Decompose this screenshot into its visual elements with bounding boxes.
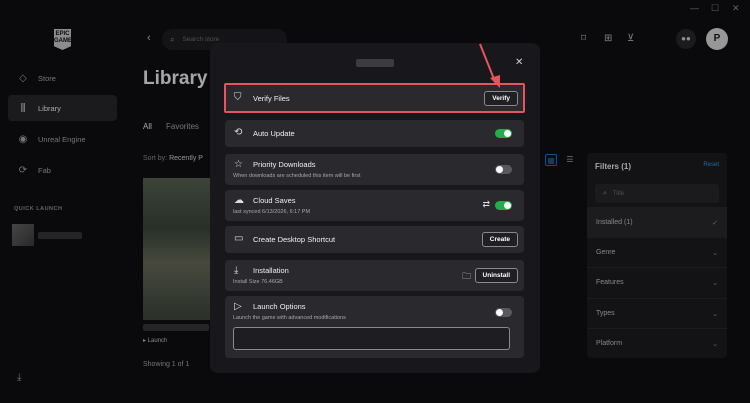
auto-update-row: ⟲ Auto Update <box>225 120 524 147</box>
toggle-knob <box>496 166 503 173</box>
cloud-saves-last-synced: last synced 6/13/2026, 6:17 PM <box>233 209 311 215</box>
priority-downloads-description: When downloads are scheduled this item w… <box>233 173 361 179</box>
toggle-knob <box>504 130 511 137</box>
play-icon: ▷ <box>234 301 242 312</box>
download-icon: ⤓ <box>234 265 239 276</box>
toggle-knob <box>504 202 511 209</box>
installation-label: Installation <box>253 266 289 275</box>
star-icon: ☆ <box>234 159 243 170</box>
priority-downloads-label: Priority Downloads <box>253 160 316 169</box>
cloud-saves-row: ☁ Cloud Saves last synced 6/13/2026, 6:1… <box>225 190 524 221</box>
auto-update-label: Auto Update <box>253 129 295 138</box>
desktop-shortcut-label: Create Desktop Shortcut <box>253 235 336 244</box>
launch-options-label: Launch Options <box>253 302 306 311</box>
launch-arguments-input[interactable] <box>233 327 510 350</box>
launch-options-toggle[interactable] <box>495 308 512 317</box>
annotation-arrow <box>479 43 500 88</box>
refresh-icon: ⟲ <box>234 127 243 138</box>
uninstall-button[interactable]: Uninstall <box>474 268 518 283</box>
create-button[interactable]: Create <box>481 232 518 247</box>
installation-row: ⤓ Installation Install Size 76.46GB 🗀 Un… <box>225 260 524 291</box>
cloud-icon: ☁ <box>234 195 244 206</box>
folder-icon[interactable]: 🗀 <box>462 269 471 285</box>
monitor-icon: ▭ <box>234 233 244 244</box>
auto-update-toggle[interactable] <box>495 129 512 138</box>
launch-options-row: ▷ Launch Options Launch the game with ad… <box>225 296 524 358</box>
sync-icon[interactable]: ⇄ <box>482 199 490 210</box>
desktop-shortcut-row: ▭ Create Desktop Shortcut Create <box>225 226 524 253</box>
dialog-title <box>356 59 394 67</box>
cloud-saves-toggle[interactable] <box>495 201 512 210</box>
toggle-knob <box>496 309 503 316</box>
priority-downloads-toggle[interactable] <box>495 165 512 174</box>
launch-options-description: Launch the game with advanced modificati… <box>233 315 346 321</box>
install-size: Install Size 76.46GB <box>233 279 283 285</box>
cloud-saves-label: Cloud Saves <box>253 196 296 205</box>
close-icon[interactable]: ✕ <box>515 57 523 68</box>
priority-downloads-row: ☆ Priority Downloads When downloads are … <box>225 154 524 185</box>
